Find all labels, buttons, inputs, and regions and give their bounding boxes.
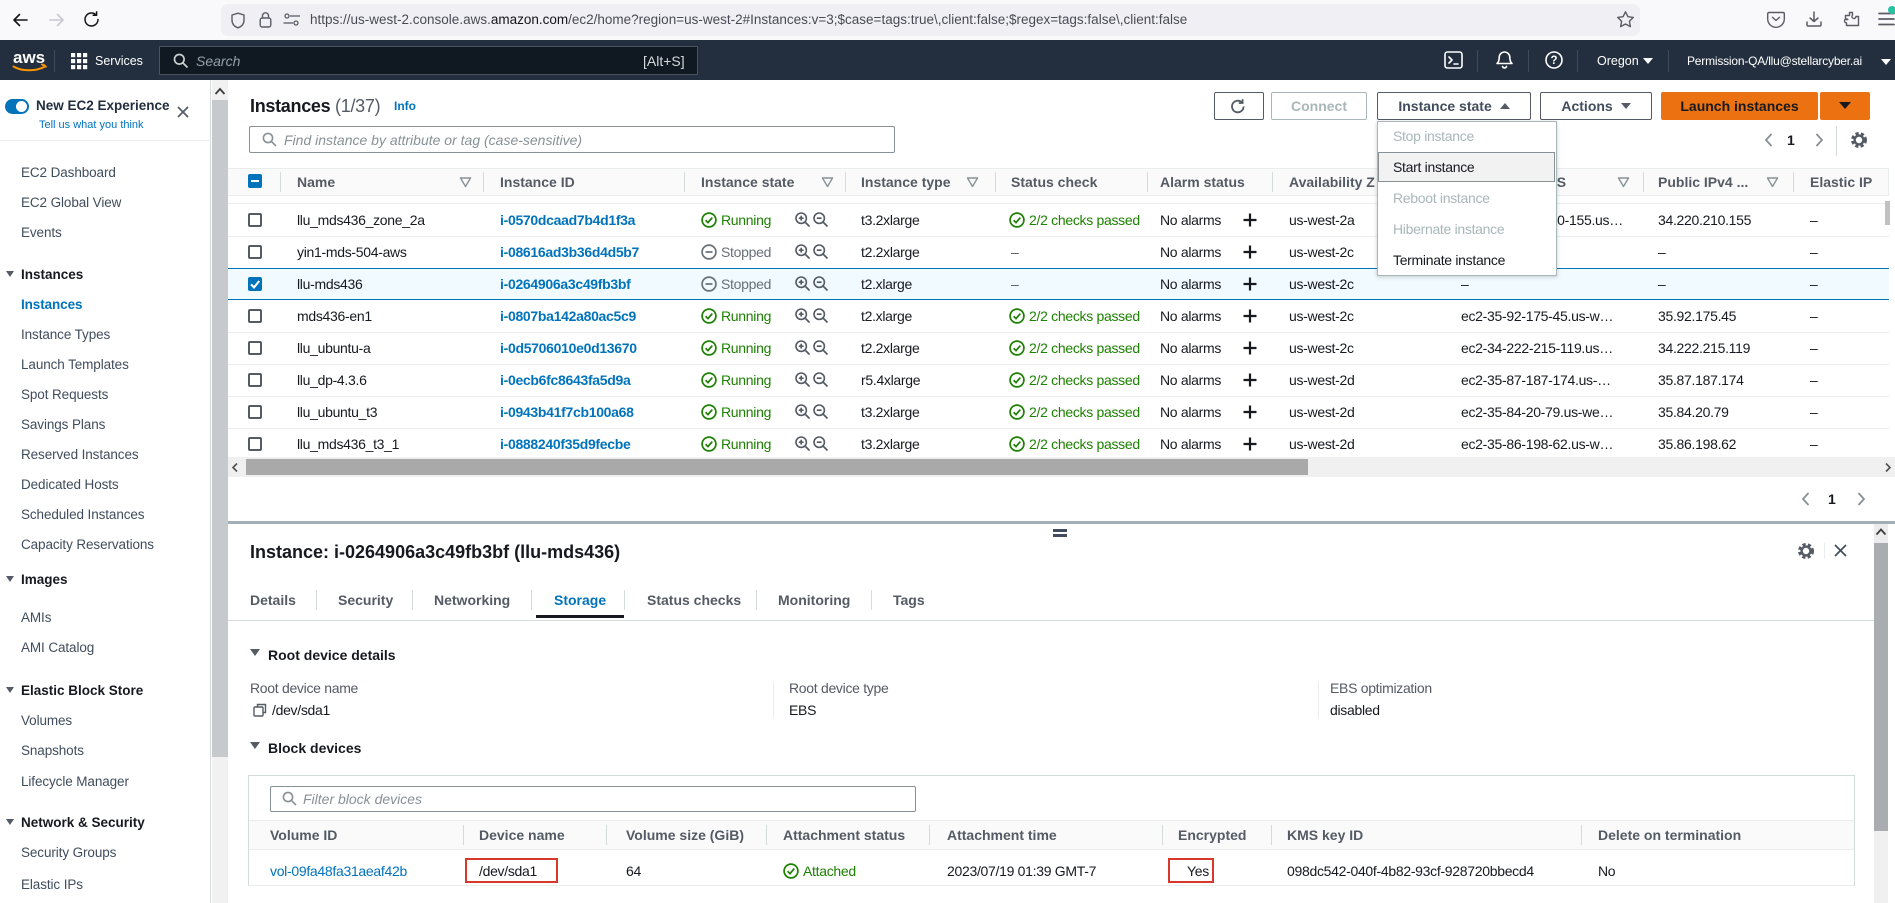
svg-text:?: ? bbox=[1550, 55, 1557, 67]
svg-text:aws: aws bbox=[13, 48, 45, 67]
